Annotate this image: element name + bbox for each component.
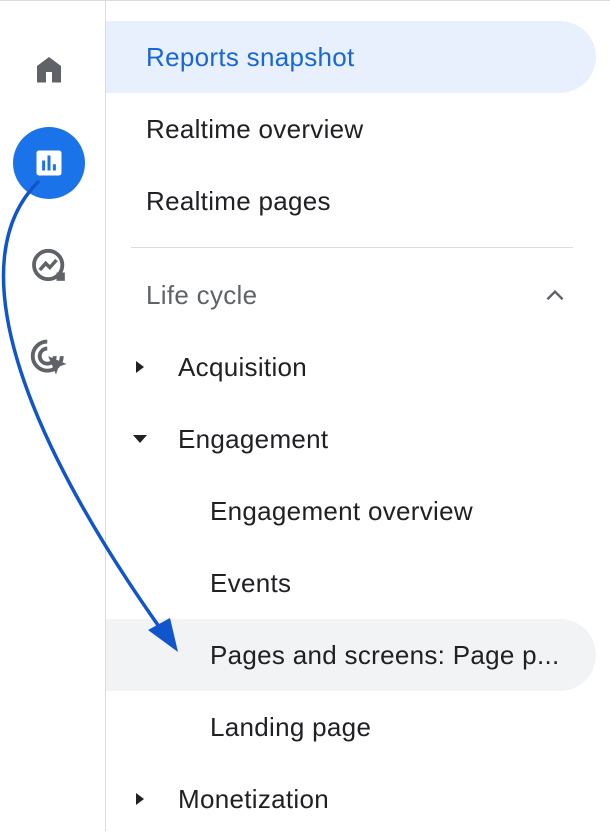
nav-item-label: Events [210, 567, 292, 598]
caret-right-icon[interactable] [128, 331, 152, 403]
nav-item-label: Pages and screens: Page p... [210, 639, 560, 670]
nav-item-landing-page[interactable]: Landing page [106, 691, 596, 763]
nav-item-engagement[interactable]: Engagement [106, 403, 596, 475]
chevron-up-icon[interactable] [542, 283, 568, 309]
reports-nav-panel: Reports snapshot Realtime overview Realt… [106, 0, 610, 831]
rail-advertising-button[interactable] [13, 321, 85, 393]
rail-home-button[interactable] [13, 33, 85, 105]
nav-item-label: Acquisition [178, 351, 308, 382]
nav-item-label: Reports snapshot [146, 41, 355, 72]
bar-chart-icon [36, 150, 62, 176]
nav-item-reports-snapshot[interactable]: Reports snapshot [106, 21, 596, 93]
icon-rail [0, 0, 106, 831]
nav-item-acquisition[interactable]: Acquisition [106, 331, 596, 403]
nav-item-label: Monetization [178, 783, 330, 814]
home-icon [37, 57, 61, 83]
nav-item-realtime-pages[interactable]: Realtime pages [106, 165, 596, 237]
nav-item-engagement-overview[interactable]: Engagement overview [106, 475, 596, 547]
target-cursor-icon [30, 339, 67, 375]
explore-trend-icon [32, 248, 65, 282]
divider [131, 247, 573, 248]
nav-item-label: Engagement overview [210, 495, 473, 526]
rail-reports-button[interactable] [13, 127, 85, 199]
nav-item-events[interactable]: Events [106, 547, 596, 619]
nav-item-pages-and-screens[interactable]: Pages and screens: Page p... [106, 619, 596, 691]
section-title: Life cycle [146, 279, 258, 310]
section-life-cycle-header[interactable]: Life cycle [106, 259, 596, 331]
rail-explore-button[interactable] [13, 229, 85, 301]
nav-item-label: Realtime overview [146, 113, 364, 144]
nav-item-label: Engagement [178, 423, 329, 454]
nav-item-realtime-overview[interactable]: Realtime overview [106, 93, 596, 165]
nav-item-monetization[interactable]: Monetization [106, 763, 596, 835]
nav-item-label: Realtime pages [146, 185, 331, 216]
caret-right-icon[interactable] [128, 763, 152, 835]
nav-item-label: Landing page [210, 711, 372, 742]
caret-down-icon[interactable] [128, 403, 152, 475]
